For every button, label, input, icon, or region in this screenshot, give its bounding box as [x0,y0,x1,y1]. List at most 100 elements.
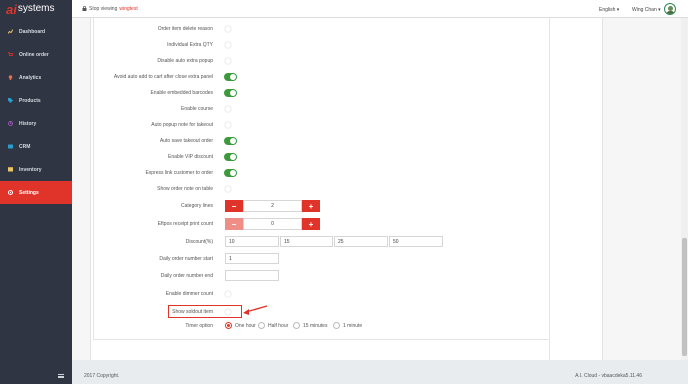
highlight-box [168,305,242,318]
setting-label: Category lines [181,203,213,209]
setting-label: Auto popup note for takeout [151,122,213,128]
sidebar-item-label: Dashboard [19,28,46,35]
sidebar-item-inventory[interactable]: Inventory [0,158,72,181]
logo[interactable]: ai systems [0,0,72,18]
sidebar-item-dashboard[interactable]: Dashboard [0,20,72,43]
history-icon [8,121,13,126]
sidebar-item-label: Settings [19,189,39,196]
sidebar-item-label: History [19,120,37,127]
setting-label: Enable course [181,106,213,112]
setting-label: Avoid auto add to cart after close extra… [113,74,213,80]
sidebar-item-products[interactable]: Products [0,89,72,112]
setting-label: Daily order number end [160,273,213,279]
toggle-switch[interactable] [224,153,237,161]
discount-field-2[interactable]: 15 [280,236,333,247]
discount-field-1[interactable]: 10 [225,236,279,247]
language-dropdown[interactable]: English ▾ [599,7,619,13]
timer-radio-half-hour[interactable]: Half hour [258,322,288,329]
setting-row-daily-end: Daily order number end [94,270,551,281]
scrollbar-thumb[interactable] [682,238,687,356]
setting-row: Avoid auto add to cart after close extra… [94,72,551,82]
setting-label: Enable embedded barcodes [150,90,213,96]
setting-label: Show order note on table [157,186,213,192]
sidebar-item-settings[interactable]: Settings [0,181,72,204]
radio-label: 1 minute [343,322,363,329]
avatar[interactable] [664,3,676,15]
chevron-down-icon: ▾ [616,7,620,13]
sidebar-item-label: CRM [19,143,31,150]
setting-label: Discount(%) [185,239,213,245]
chart-line-icon [8,29,13,34]
decrement-button[interactable]: − [225,218,243,230]
toggle-switch[interactable] [224,25,237,33]
setting-label: Disable auto extra popup [157,58,213,64]
timer-radio-1-minute[interactable]: 1 minute [333,322,362,329]
setting-row-eftpos: Eftpos receipt print count − 0 + [94,218,551,230]
sidebar-item-label: Analytics [19,74,42,81]
menu-icon[interactable] [58,374,64,378]
user-dropdown[interactable]: Wing Chan ▾ [632,7,661,13]
toggle-switch[interactable] [224,169,237,177]
toggle-switch[interactable] [224,105,237,113]
setting-row: Enable course [94,104,551,114]
discount-field-3[interactable]: 25 [334,236,388,247]
setting-label: Enable VIP discount [168,154,213,160]
category-lines-value[interactable]: 2 [243,200,302,212]
setting-label: Order item delete reason [157,26,213,32]
setting-row: Express link customer to order [94,168,551,178]
radio-selected-icon [225,322,232,329]
toggle-switch[interactable] [224,73,237,81]
main-content: Order item delete reason Individual Extr… [72,18,688,360]
radio-icon [258,322,265,329]
daily-start-field[interactable]: 1 [225,253,279,264]
setting-row-dimmer: Enable dimmer count [94,289,551,299]
toggle-switch[interactable] [224,137,237,145]
discount-field-4[interactable]: 50 [389,236,443,247]
inventory-icon [8,167,13,172]
setting-label: Timer option [185,323,213,329]
increment-button[interactable]: + [302,218,320,230]
timer-radio-one-hour[interactable]: One hour [225,322,256,329]
radio-label: 15 minutes [303,322,328,329]
topbar: Stop viewing wingtest English ▾ Wing Cha… [72,0,688,18]
sidebar-item-analytics[interactable]: Analytics [0,66,72,89]
daily-end-field[interactable] [225,270,279,281]
bulb-icon [8,75,13,80]
column-divider [549,18,550,360]
footer: 2017 Copyright. A.I. Cloud - vbaacdeka5.… [72,360,688,384]
radio-icon [293,322,300,329]
arrow-annotation-icon [243,305,268,315]
toggle-switch[interactable] [224,185,237,193]
copyright-text: 2017 Copyright. [84,373,120,379]
toggle-switch[interactable] [224,57,237,65]
crm-icon [8,144,13,149]
stop-viewing-label: Stop viewing [89,5,118,12]
sidebar: ai systems Dashboard Online order Analyt… [0,0,72,384]
setting-row: Enable VIP discount [94,152,551,162]
setting-row: Order item delete reason [94,24,551,34]
toggle-switch[interactable] [224,121,237,129]
sidebar-item-online-order[interactable]: Online order [0,43,72,66]
sidebar-item-label: Inventory [19,166,42,173]
timer-radio-15-minutes[interactable]: 15 minutes [293,322,327,329]
toggle-switch[interactable] [224,290,237,298]
sidebar-item-crm[interactable]: CRM [0,135,72,158]
radio-label: One hour [235,322,256,329]
setting-row: Auto save takeout order [94,136,551,146]
sidebar-item-history[interactable]: History [0,112,72,135]
setting-row: Individual Extra QTY [94,40,551,50]
stop-viewing-link[interactable]: Stop viewing wingtest [82,6,138,12]
setting-label: Enable dimmer count [165,291,213,297]
setting-row-timer: Timer option One hour Half hour 15 minut… [94,321,551,331]
lock-icon [82,6,87,11]
decrement-button[interactable]: − [225,200,243,212]
setting-row-show-soldout: Show soldout item [94,307,551,317]
eftpos-count-value[interactable]: 0 [243,218,302,230]
version-text: A.I. Cloud - vbaacdeka5.11.46 [575,373,642,379]
store-name: wingtest [119,5,138,12]
toggle-switch[interactable] [224,89,237,97]
increment-button[interactable]: + [302,200,320,212]
setting-label: Eftpos receipt print count [157,221,213,227]
category-lines-stepper: − 2 + [225,200,320,212]
toggle-switch[interactable] [224,41,237,49]
